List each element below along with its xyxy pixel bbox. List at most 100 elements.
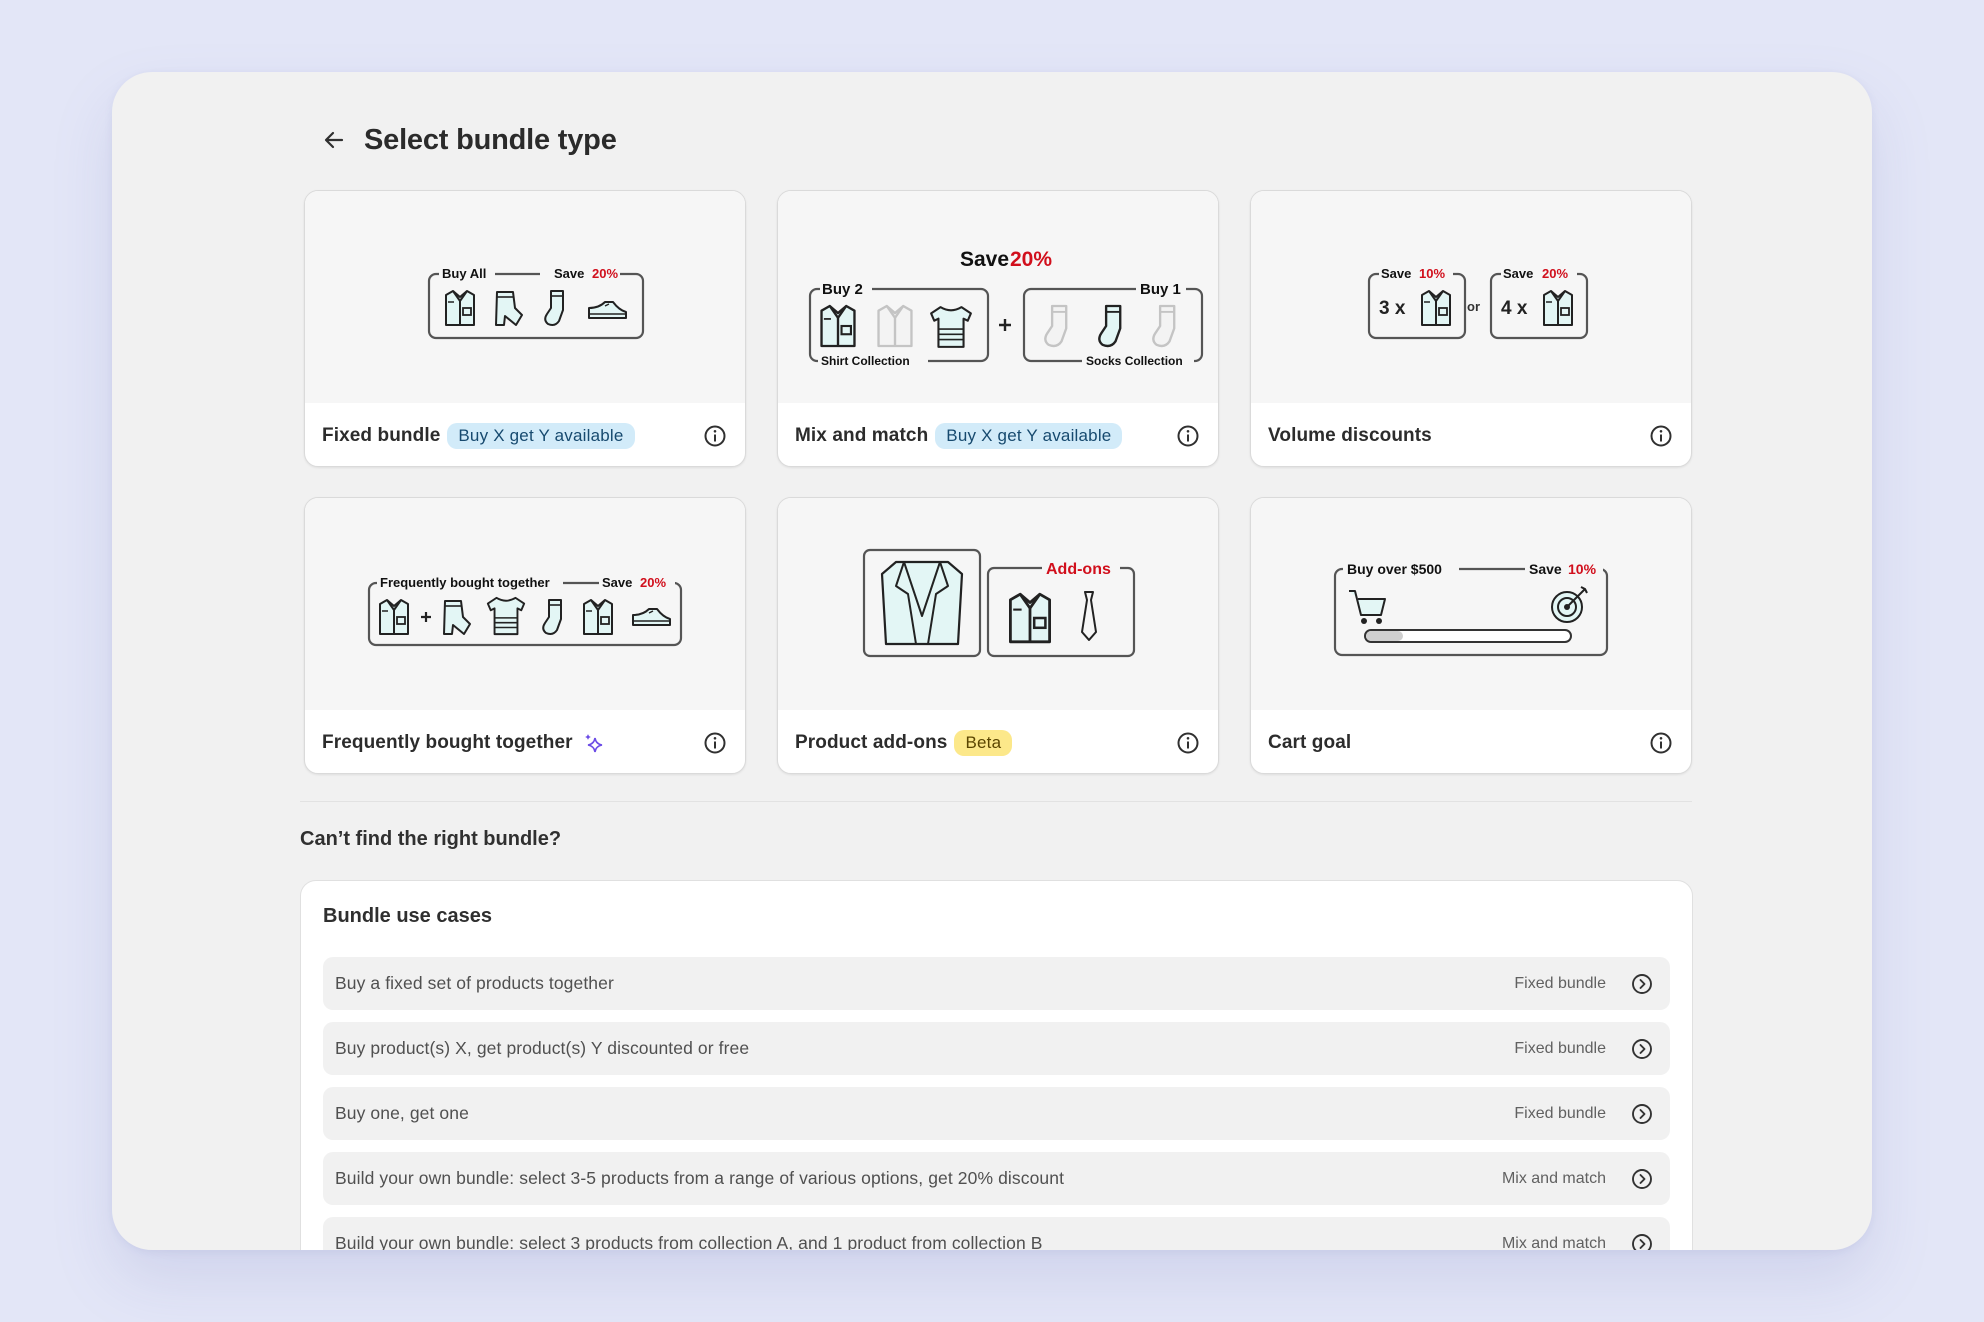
- chevron-right-circle-icon: [1630, 1232, 1654, 1250]
- chevron-right-circle-icon: [1630, 1167, 1654, 1191]
- card-title: Product add-ons: [795, 731, 948, 753]
- use-case-text: Buy a fixed set of products together: [335, 973, 614, 993]
- svg-text:Save: Save: [554, 266, 584, 281]
- svg-text:Socks Collection: Socks Collection: [1086, 354, 1183, 368]
- sparkle-icon: [583, 732, 605, 754]
- product-add-ons-graphic: Add-ons: [862, 548, 1136, 658]
- info-icon: [704, 732, 726, 753]
- back-button[interactable]: [314, 120, 354, 160]
- info-icon: [1650, 732, 1672, 753]
- product-add-ons-illustration: Add-ons: [778, 498, 1218, 710]
- frequently-bought-together-graphic: Frequently bought together Save 20%: [367, 574, 683, 647]
- cart-goal-progress-fill: [1366, 631, 1403, 641]
- bundle-use-cases-panel: Bundle use cases Buy a fixed set of prod…: [300, 880, 1693, 1250]
- use-case-text: Build your own bundle: select 3-5 produc…: [335, 1168, 1065, 1188]
- card-footer: Volume discounts: [1251, 403, 1691, 466]
- use-case-type: Fixed bundle: [1514, 1039, 1606, 1057]
- cart-goal-illustration: Buy over $500 Save 10%: [1251, 498, 1691, 710]
- svg-text:Save: Save: [1529, 561, 1562, 577]
- svg-text:Save: Save: [602, 575, 632, 590]
- bundle-card-fixed[interactable]: Buy All Save 20% Fixed bundle Buy X get …: [304, 190, 746, 467]
- bundle-card-cart-goal[interactable]: Buy over $500 Save 10% Cart goal: [1250, 497, 1692, 774]
- svg-text:Shirt Collection: Shirt Collection: [821, 354, 910, 368]
- info-icon: [704, 425, 726, 446]
- info-icon: [1177, 732, 1199, 753]
- use-case-text: Build your own bundle: select 3 products…: [335, 1233, 1043, 1250]
- card-footer: Mix and match Buy X get Y available: [778, 403, 1218, 466]
- chevron-right-circle-icon: [1630, 1102, 1654, 1126]
- bundle-card-frequently-bought-together[interactable]: Frequently bought together Save 20% Freq…: [304, 497, 746, 774]
- svg-text:10%: 10%: [1568, 561, 1597, 577]
- svg-text:4 x: 4 x: [1501, 298, 1528, 319]
- mix-and-match-illustration: Save 20% Buy 2 Shirt Collection Buy 1 So…: [778, 191, 1218, 403]
- svg-text:20%: 20%: [1010, 248, 1052, 271]
- svg-text:Frequently bought together: Frequently bought together: [380, 575, 550, 590]
- use-case-type: Fixed bundle: [1514, 1104, 1606, 1122]
- svg-text:Save: Save: [1503, 266, 1533, 281]
- info-button[interactable]: [1648, 730, 1674, 756]
- app-window: Select bundle type Buy All Save 20% Fixe…: [112, 72, 1872, 1250]
- chevron-right-circle-icon: [1630, 1037, 1654, 1061]
- section-title: Can’t find the right bundle?: [300, 828, 562, 850]
- card-footer: Product add-ons Beta: [778, 710, 1218, 773]
- use-case-row[interactable]: Buy a fixed set of products together Fix…: [323, 957, 1670, 1010]
- card-footer: Fixed bundle Buy X get Y available: [305, 403, 745, 466]
- svg-text:20%: 20%: [1542, 266, 1568, 281]
- use-case-type: Fixed bundle: [1514, 974, 1606, 992]
- use-case-row[interactable]: Buy product(s) X, get product(s) Y disco…: [323, 1022, 1670, 1075]
- use-case-type: Mix and match: [1501, 1234, 1606, 1251]
- card-footer: Frequently bought together: [305, 710, 745, 773]
- info-button[interactable]: [702, 423, 728, 449]
- use-case-text: Buy product(s) X, get product(s) Y disco…: [335, 1038, 750, 1058]
- svg-text:Buy 1: Buy 1: [1140, 281, 1181, 298]
- cart-goal-graphic: Buy over $500 Save 10%: [1333, 560, 1609, 657]
- svg-text:Buy 2: Buy 2: [822, 281, 863, 298]
- svg-text:3 x: 3 x: [1379, 298, 1406, 319]
- use-case-row[interactable]: Build your own bundle: select 3 products…: [323, 1217, 1670, 1250]
- svg-text:Add-ons: Add-ons: [1046, 561, 1111, 578]
- svg-text:or: or: [1467, 299, 1480, 314]
- svg-text:20%: 20%: [592, 266, 618, 281]
- mix-and-match-graphic: Save 20% Buy 2 Shirt Collection Buy 1 So…: [808, 248, 1204, 370]
- card-title: Mix and match: [795, 424, 929, 446]
- bundle-card-volume-discounts[interactable]: Save 10% 3 x or Save 20% 4 x Volume disc…: [1250, 190, 1692, 467]
- svg-text:Buy over $500: Buy over $500: [1347, 561, 1442, 577]
- svg-text:Save: Save: [960, 248, 1009, 271]
- svg-text:Save: Save: [1381, 266, 1411, 281]
- volume-discounts-illustration: Save 10% 3 x or Save 20% 4 x: [1251, 191, 1691, 403]
- buy-x-get-y-badge: Buy X get Y available: [935, 422, 1123, 449]
- use-cases-list: Buy a fixed set of products together Fix…: [323, 957, 1670, 1250]
- use-case-row[interactable]: Build your own bundle: select 3-5 produc…: [323, 1152, 1670, 1205]
- section-divider: [300, 801, 1692, 802]
- card-title: Cart goal: [1268, 731, 1352, 753]
- info-button[interactable]: [702, 730, 728, 756]
- use-cases-title: Bundle use cases: [323, 905, 492, 927]
- use-case-type: Mix and match: [1501, 1169, 1606, 1187]
- bundle-type-grid: Buy All Save 20% Fixed bundle Buy X get …: [304, 190, 1692, 774]
- volume-discounts-graphic: Save 10% 3 x or Save 20% 4 x: [1367, 265, 1589, 340]
- card-title: Frequently bought together: [322, 731, 573, 753]
- info-button[interactable]: [1175, 730, 1201, 756]
- svg-text:Buy All: Buy All: [442, 266, 486, 281]
- use-case-row[interactable]: Buy one, get one Fixed bundle: [323, 1087, 1670, 1140]
- bundle-card-mix-and-match[interactable]: Save 20% Buy 2 Shirt Collection Buy 1 So…: [777, 190, 1219, 467]
- card-title: Volume discounts: [1268, 424, 1432, 446]
- fixed-bundle-illustration: Buy All Save 20%: [305, 191, 745, 403]
- beta-badge: Beta: [954, 729, 1013, 756]
- info-button[interactable]: [1175, 423, 1201, 449]
- chevron-right-circle-icon: [1630, 972, 1654, 996]
- buy-x-get-y-badge: Buy X get Y available: [447, 422, 635, 449]
- info-button[interactable]: [1648, 423, 1674, 449]
- target-icon: [1551, 586, 1588, 623]
- page-header: Select bundle type: [300, 110, 617, 170]
- svg-text:10%: 10%: [1419, 266, 1445, 281]
- cart-icon: [1349, 590, 1386, 624]
- info-icon: [1650, 425, 1672, 446]
- arrow-left-icon: [324, 131, 344, 149]
- card-footer: Cart goal: [1251, 710, 1691, 773]
- bundle-card-product-add-ons[interactable]: Add-ons Product add-ons Beta: [777, 497, 1219, 774]
- card-title: Fixed bundle: [322, 424, 441, 446]
- fixed-bundle-graphic: Buy All Save 20%: [427, 265, 645, 340]
- info-icon: [1177, 425, 1199, 446]
- page-title: Select bundle type: [364, 123, 617, 156]
